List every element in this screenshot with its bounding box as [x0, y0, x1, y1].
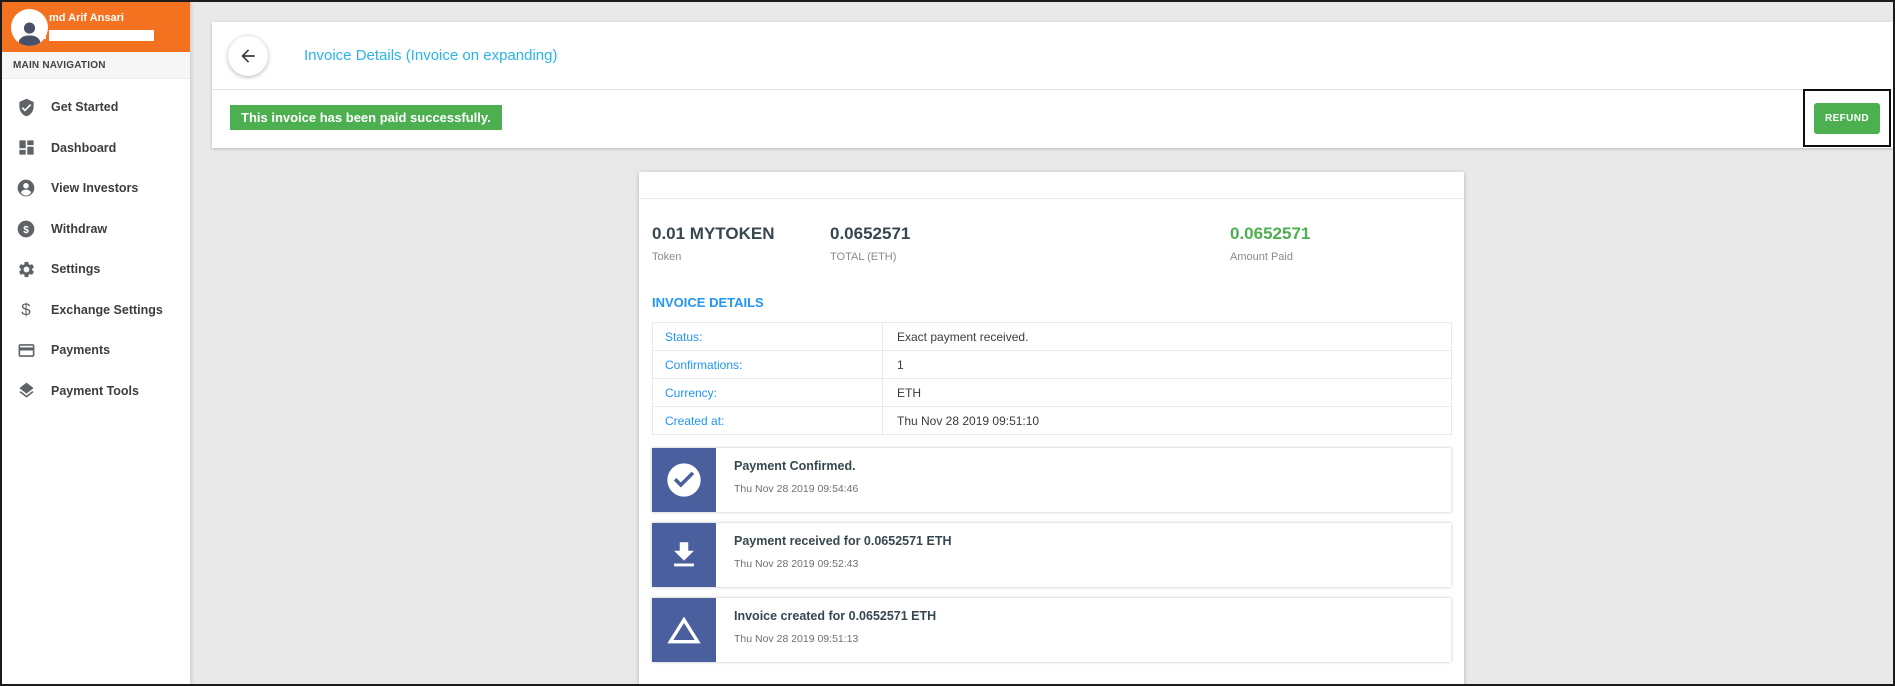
arrow-left-icon [238, 46, 258, 66]
sidebar-item[interactable]: Payments [2, 330, 190, 371]
summary-label: Amount Paid [1230, 251, 1293, 263]
layers-icon [16, 381, 36, 401]
refund-highlight-box: REFUND [1803, 89, 1891, 147]
timeline-event-row: Invoice created for 0.0652571 ETH Thu No… [652, 598, 1451, 662]
person-circle-icon [16, 178, 36, 198]
dollar-circle-icon: $ [16, 219, 36, 239]
sidebar-item[interactable]: Payment Tools [2, 371, 190, 412]
timeline-event-title: Payment received for 0.0652571 ETH [734, 534, 952, 548]
detail-value: ETH [882, 378, 1452, 407]
credit-card-icon [16, 340, 36, 360]
sidebar-item-label: Exchange Settings [51, 302, 163, 317]
sidebar-item[interactable]: $ Withdraw [2, 209, 190, 250]
timeline-event-row: Payment received for 0.0652571 ETH Thu N… [652, 523, 1451, 587]
summary-label: TOTAL (ETH) [830, 251, 897, 263]
redacted-email-fragment [42, 32, 46, 39]
back-button[interactable] [228, 35, 268, 76]
title-row: Invoice Details (Invoice on expanding) [212, 22, 1893, 90]
dashboard-grid-icon [16, 138, 36, 158]
card-header-strip [639, 172, 1464, 199]
detail-value: Thu Nov 28 2019 09:51:10 [882, 406, 1452, 435]
gear-icon [16, 259, 36, 279]
timeline-event-timestamp: Thu Nov 28 2019 09:54:46 [734, 483, 859, 495]
detail-value: Exact payment received. [882, 322, 1452, 351]
invoice-timeline: Payment Confirmed. Thu Nov 28 2019 09:54… [652, 448, 1451, 662]
shield-check-icon [16, 97, 36, 117]
summary-label: Token [652, 251, 682, 263]
invoice-detail-row: Created at: Thu Nov 28 2019 09:51:10 [652, 406, 1452, 435]
sidebar: md Arif Ansari MAIN NAVIGATION Get Start… [2, 2, 190, 684]
sidebar-item[interactable]: Get Started [2, 87, 190, 128]
sidebar-item[interactable]: Settings [2, 249, 190, 290]
detail-label: Currency: [652, 378, 883, 407]
page-title: Invoice Details (Invoice on expanding) [304, 47, 558, 64]
timeline-event-timestamp: Thu Nov 28 2019 09:52:43 [734, 558, 859, 570]
sidebar-item-label: Dashboard [51, 140, 117, 155]
invoice-details-table: Status: Exact payment received. Confirma… [652, 322, 1452, 435]
summary-value: 0.01 MYTOKEN [652, 224, 775, 243]
sidebar-section-label: MAIN NAVIGATION [2, 52, 190, 79]
invoice-detail-row: Currency: ETH [652, 378, 1452, 407]
sidebar-item-label: Get Started [51, 100, 119, 115]
invoice-summary: 0.01 MYTOKEN Token 0.0652571 TOTAL (ETH)… [639, 199, 1464, 283]
detail-label: Status: [652, 322, 883, 351]
invoice-detail-row: Confirmations: 1 [652, 350, 1452, 379]
sidebar-item-label: Withdraw [51, 221, 108, 236]
timeline-event-title: Payment Confirmed. [734, 459, 856, 473]
sidebar-item-label: View Investors [51, 181, 139, 196]
summary-column: 0.01 MYTOKEN Token [652, 224, 830, 263]
summary-value: 0.0652571 [1230, 224, 1311, 243]
sidebar-item[interactable]: Dashboard [2, 128, 190, 169]
sidebar-item[interactable]: $ Exchange Settings [2, 290, 190, 331]
invoice-detail-row: Status: Exact payment received. [652, 322, 1452, 351]
summary-value: 0.0652571 [830, 224, 911, 243]
dollar-icon: $ [21, 300, 31, 320]
summary-column: 0.0652571 Amount Paid [1230, 224, 1450, 263]
sidebar-nav: Get Started Dashboard View Investors $ W… [2, 79, 190, 411]
user-profile-header: md Arif Ansari [2, 2, 190, 52]
sidebar-item-label: Payments [51, 343, 111, 358]
refund-button[interactable]: REFUND [1813, 102, 1881, 134]
person-silhouette-icon [18, 22, 41, 46]
invoice-details-heading: INVOICE DETAILS [652, 295, 764, 310]
timeline-event-title: Invoice created for 0.0652571 ETH [734, 609, 937, 623]
timeline-event-row: Payment Confirmed. Thu Nov 28 2019 09:54… [652, 448, 1451, 512]
page-header-panel: Invoice Details (Invoice on expanding) T… [212, 22, 1893, 148]
triangle-icon [652, 598, 716, 662]
success-banner: This invoice has been paid successfully. [230, 105, 502, 130]
download-icon [652, 523, 716, 587]
redacted-email-bar [49, 30, 154, 41]
summary-column: 0.0652571 TOTAL (ETH) [830, 224, 1230, 263]
detail-label: Created at: [652, 406, 883, 435]
user-name: md Arif Ansari [49, 12, 124, 24]
detail-value: 1 [882, 350, 1452, 379]
timeline-event-timestamp: Thu Nov 28 2019 09:51:13 [734, 633, 859, 645]
app-window: md Arif Ansari MAIN NAVIGATION Get Start… [0, 0, 1895, 686]
avatar[interactable] [11, 9, 48, 46]
sidebar-item-label: Payment Tools [51, 383, 139, 398]
check-circle-icon [652, 448, 716, 512]
invoice-card: 0.01 MYTOKEN Token 0.0652571 TOTAL (ETH)… [639, 172, 1464, 684]
sidebar-item-label: Settings [51, 262, 101, 277]
svg-text:$: $ [23, 225, 29, 236]
detail-label: Confirmations: [652, 350, 883, 379]
sidebar-item[interactable]: View Investors [2, 168, 190, 209]
